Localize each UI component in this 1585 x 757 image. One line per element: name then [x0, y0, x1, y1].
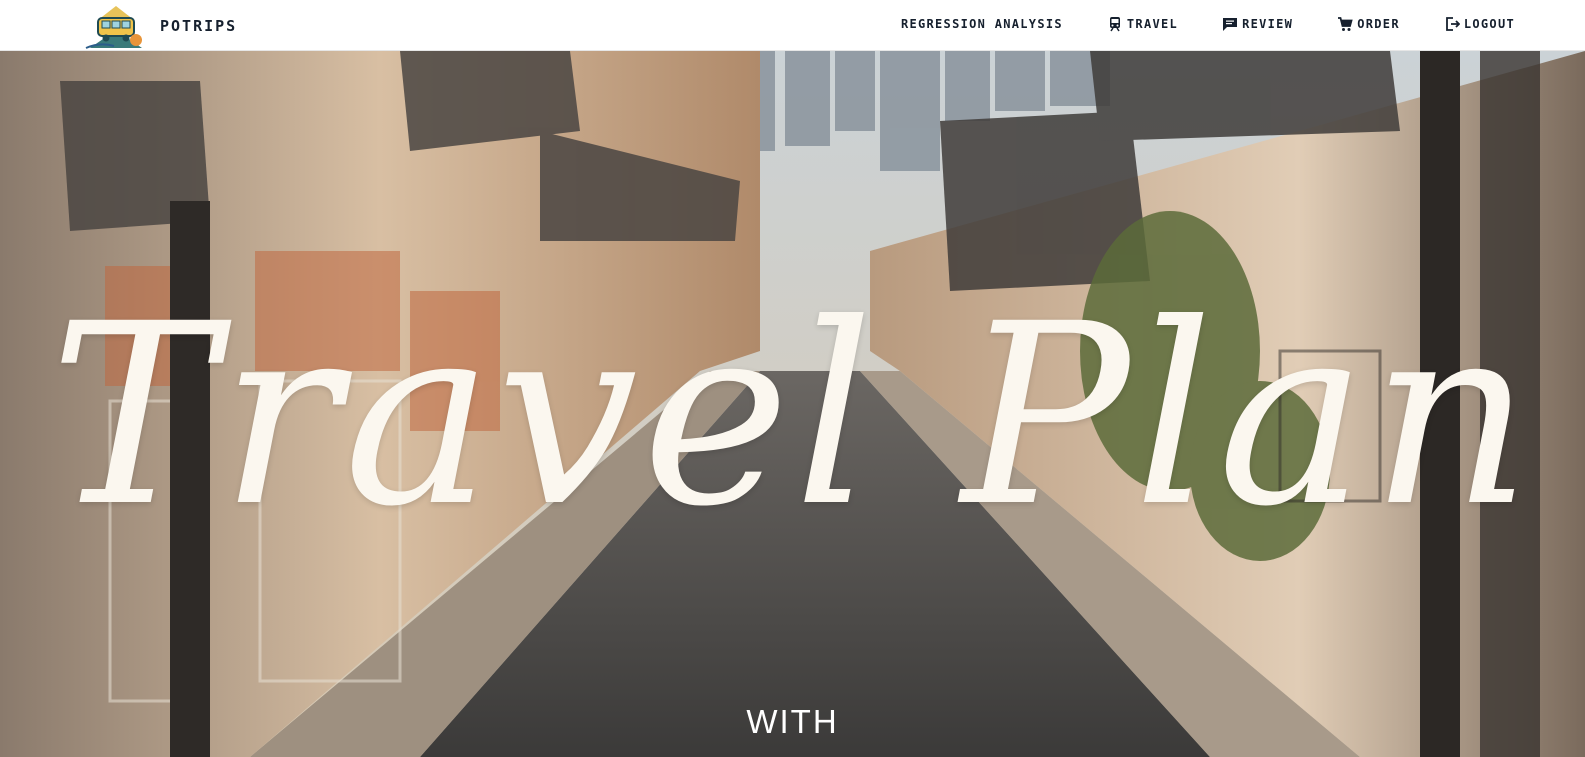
nav-travel[interactable]: TRAVEL [1107, 16, 1178, 32]
hero-section: Travel Plan WITH [0, 51, 1585, 757]
hero-title: Travel Plan [49, 270, 1536, 561]
nav-regression-analysis[interactable]: REGRESSION ANALYSIS [901, 17, 1063, 31]
cart-icon [1337, 16, 1353, 32]
hero-subtitle: WITH [746, 703, 839, 740]
nav-label: LOGOUT [1463, 17, 1515, 31]
train-icon [1107, 16, 1123, 32]
nav-logout[interactable]: LOGOUT [1444, 16, 1515, 32]
nav-label: REVIEW [1242, 17, 1294, 31]
nav-label: ORDER [1357, 17, 1400, 31]
nav-order[interactable]: ORDER [1337, 16, 1400, 32]
nav-label: TRAVEL [1126, 17, 1179, 31]
nav-review[interactable]: REVIEW [1222, 16, 1293, 32]
nav-label: REGRESSION ANALYSIS [900, 17, 1063, 31]
brand-link[interactable]: POTRIPS [80, 0, 237, 51]
comment-icon [1222, 16, 1238, 32]
logout-icon [1444, 16, 1460, 32]
nav-links: REGRESSION ANALYSIS TRAVEL REVIEW ORDER … [901, 0, 1515, 48]
brand-name: POTRIPS [160, 16, 238, 35]
navbar: POTRIPS REGRESSION ANALYSIS TRAVEL REVIE… [0, 0, 1585, 51]
travel-van-icon [85, 6, 142, 49]
